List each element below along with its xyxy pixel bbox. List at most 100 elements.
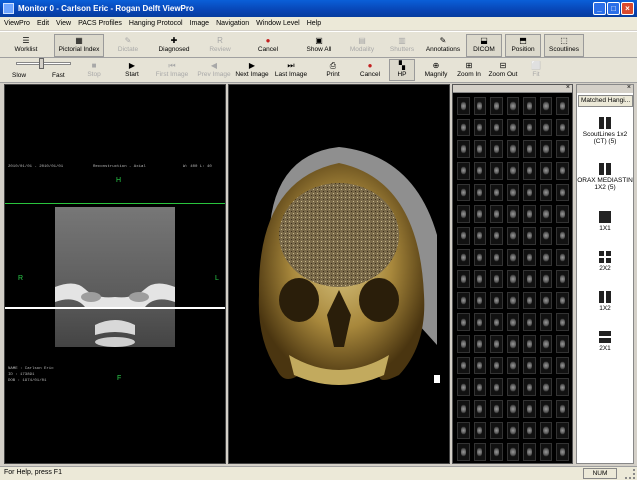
worklist-button[interactable]: ☰ Worklist [4, 34, 48, 57]
prev-image-button[interactable]: ◀ Prev Image [194, 59, 234, 81]
thumbnail[interactable] [490, 335, 503, 353]
thumbnail[interactable] [457, 443, 470, 461]
zoom-out-button[interactable]: ⊟ Zoom Out [486, 59, 520, 81]
thumbnail[interactable] [539, 400, 553, 418]
thumbnail[interactable] [523, 378, 536, 397]
thumbnail[interactable] [556, 205, 569, 223]
thumbnail[interactable] [506, 140, 520, 158]
thumbnail[interactable] [506, 421, 520, 440]
magnify-button[interactable]: ⊕ Magnify [420, 59, 452, 81]
thumbnail[interactable] [457, 421, 470, 440]
thumbnail[interactable] [523, 118, 536, 137]
thumbnail[interactable] [473, 400, 487, 418]
thumbnail[interactable] [523, 270, 536, 288]
thumbnail[interactable] [539, 313, 553, 332]
thumbnail[interactable] [490, 161, 503, 180]
thumbnail[interactable] [523, 183, 536, 202]
view-cube-icon[interactable] [434, 375, 440, 383]
pictorial-index-button[interactable]: ▦ Pictorial Index [54, 34, 104, 57]
cine-speed-slider[interactable]: Slow Fast [4, 58, 74, 82]
thumbnail[interactable] [473, 291, 487, 310]
close-icon[interactable]: × [566, 84, 570, 91]
thumbnail[interactable] [490, 421, 503, 440]
menu-hanging-protocol[interactable]: Hanging Protocol [129, 20, 183, 27]
thumbnail[interactable] [473, 118, 487, 137]
fit-button[interactable]: ⬜ Fit [524, 59, 548, 81]
thumbnail[interactable] [506, 378, 520, 397]
thumbnail[interactable] [556, 378, 569, 397]
thumbnail[interactable] [490, 205, 503, 223]
minimize-button[interactable]: _ [593, 2, 606, 15]
thumbnail[interactable] [506, 335, 520, 353]
thumbnail[interactable] [457, 248, 470, 267]
thumbnail[interactable] [490, 400, 503, 418]
close-button[interactable]: × [621, 2, 634, 15]
zoom-in-button[interactable]: ⊞ Zoom In [454, 59, 484, 81]
hp-button[interactable]: ▚ HP [389, 59, 415, 81]
thumbnail[interactable] [490, 97, 503, 115]
thumbnail[interactable] [457, 226, 470, 245]
thumbnail[interactable] [473, 356, 487, 375]
dicom-button[interactable]: ⬓ DICOM [466, 34, 502, 57]
cancel-nav-button[interactable]: ● Cancel [354, 59, 386, 81]
thumbnail[interactable] [473, 335, 487, 353]
thumbnail[interactable] [523, 335, 536, 353]
thumbnail[interactable] [473, 248, 487, 267]
thumbnail[interactable] [523, 313, 536, 332]
thumbnail[interactable] [457, 356, 470, 375]
thumbnail[interactable] [473, 161, 487, 180]
resize-grip-icon[interactable] [625, 469, 635, 479]
thumbnail[interactable] [556, 183, 569, 202]
dictate-button[interactable]: ✎ Dictate [110, 34, 146, 57]
thumbnail[interactable] [473, 183, 487, 202]
thumbnail[interactable] [523, 356, 536, 375]
thumbnail[interactable] [556, 400, 569, 418]
thumbnail[interactable] [539, 291, 553, 310]
hp-item-1x2[interactable]: 1X2 [577, 291, 633, 312]
title-bar[interactable]: Monitor 0 - Carlson Eric - Rogan Delft V… [0, 0, 637, 17]
thumbnail[interactable] [457, 270, 470, 288]
tab-matched-hanging[interactable]: Matched Hangi... [578, 95, 633, 107]
thumbnail[interactable] [523, 205, 536, 223]
thumbnail[interactable] [490, 443, 503, 461]
thumbnail[interactable] [523, 443, 536, 461]
thumbnail[interactable] [490, 313, 503, 332]
thumbnail[interactable] [539, 356, 553, 375]
thumbnail[interactable] [457, 140, 470, 158]
thumbnail[interactable] [556, 291, 569, 310]
menu-navigation[interactable]: Navigation [216, 20, 249, 27]
thumbnail[interactable] [490, 270, 503, 288]
thumbnail[interactable] [556, 140, 569, 158]
thumbnail[interactable] [457, 335, 470, 353]
thumbnail[interactable] [523, 291, 536, 310]
viewport-3d[interactable] [228, 84, 450, 464]
thumbnail[interactable] [490, 226, 503, 245]
thumbnail[interactable] [490, 183, 503, 202]
thumbnail[interactable] [539, 161, 553, 180]
thumbnail[interactable] [556, 161, 569, 180]
thumbnail[interactable] [539, 421, 553, 440]
thumbnail[interactable] [506, 205, 520, 223]
thumbnail[interactable] [473, 226, 487, 245]
review-button[interactable]: R Review [202, 34, 238, 57]
scout-line-bottom[interactable] [5, 307, 225, 309]
thumbnail[interactable] [539, 248, 553, 267]
thumbnail[interactable] [539, 270, 553, 288]
thumbnail[interactable] [490, 378, 503, 397]
thumbnail[interactable] [539, 226, 553, 245]
diagnosed-button[interactable]: ✚ Diagnosed [152, 34, 196, 57]
thumbnail[interactable] [506, 270, 520, 288]
thumbnail[interactable] [457, 400, 470, 418]
thumbnail[interactable] [539, 378, 553, 397]
thumbnail[interactable] [556, 97, 569, 115]
scoutlines-button[interactable]: ⬚ Scoutlines [544, 34, 584, 57]
hp-item-1x1[interactable]: 1X1 [577, 211, 633, 232]
thumbnail[interactable] [457, 97, 470, 115]
thumbnail[interactable] [506, 356, 520, 375]
thumbnail[interactable] [556, 226, 569, 245]
thumbnail[interactable] [556, 335, 569, 353]
thumbnail[interactable] [457, 291, 470, 310]
thumbnail[interactable] [506, 291, 520, 310]
menu-image[interactable]: Image [190, 20, 209, 27]
slider-thumb[interactable] [39, 58, 44, 69]
